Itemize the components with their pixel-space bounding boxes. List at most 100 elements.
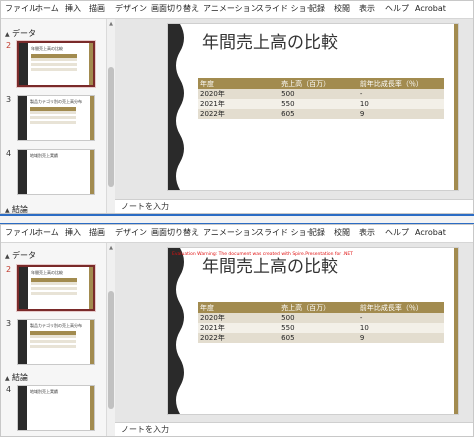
slide-accent-bar: [90, 386, 94, 430]
slide-title[interactable]: 年間売上高の比較: [202, 256, 338, 278]
slide-thumbnail-4[interactable]: 地域別売上実績: [17, 385, 95, 431]
menu-slideshow[interactable]: スライド ショー: [256, 4, 315, 14]
slide-decoration: [19, 267, 28, 309]
section-header-summary[interactable]: ▲ 結論: [5, 205, 28, 213]
menu-design[interactable]: デザイン: [115, 228, 147, 238]
table-cell: 605: [279, 109, 358, 119]
thumbnail-scrollbar[interactable]: ▲: [107, 243, 115, 436]
menu-transitions[interactable]: 画面切り替え: [151, 4, 199, 14]
slide-editor: 年間売上高の比較 年度 売上高（百万） 前年比成長率（％） 2020年 500 …: [115, 19, 473, 213]
thumbnail-title: 年間売上高の比較: [31, 46, 63, 51]
chevron-down-icon[interactable]: ▲: [5, 374, 12, 384]
slide-thumbnail-2[interactable]: 年間売上高の比較: [17, 265, 95, 311]
menu-home[interactable]: ホーム: [35, 4, 59, 14]
table-cell: 2020年: [198, 89, 280, 99]
thumbnail-table: [31, 54, 77, 72]
slide-accent-bar: [89, 267, 93, 309]
menu-home[interactable]: ホーム: [35, 228, 59, 238]
table-cell: 550: [279, 99, 358, 109]
menu-draw[interactable]: 描画: [89, 228, 105, 238]
slide-accent-bar: [90, 96, 94, 140]
slide-number: 3: [6, 319, 12, 328]
menu-review[interactable]: 校閲: [334, 228, 350, 238]
table-cell: 2022年: [198, 333, 280, 343]
table-cell: 500: [279, 89, 358, 99]
section-header-summary[interactable]: ▲ 結論: [5, 373, 28, 384]
slide-accent-bar: [89, 43, 93, 85]
sales-table[interactable]: 年度 売上高（百万） 前年比成長率（％） 2020年 500 - 2021年 5…: [198, 78, 444, 119]
table-cell: 9: [357, 333, 444, 343]
notes-placeholder: ノートを入力: [121, 202, 169, 211]
slide-thumbnail-4[interactable]: 地域別売上実績: [17, 149, 95, 195]
table-header: 売上高（百万）: [279, 302, 358, 313]
section-header-data[interactable]: ▲ データ: [5, 29, 36, 40]
scrollbar-thumb[interactable]: [108, 67, 114, 187]
scroll-up-icon[interactable]: ▲: [107, 20, 115, 28]
table-cell: -: [357, 89, 444, 99]
slide-number: 2: [6, 41, 12, 50]
menu-view[interactable]: 表示: [359, 4, 375, 14]
slide-number: 4: [6, 149, 12, 158]
menu-file[interactable]: ファイル: [5, 228, 37, 238]
slide-thumbnail-3[interactable]: 製品カテゴリ別の売上高分布: [17, 95, 95, 141]
menu-animations[interactable]: アニメーション: [203, 4, 259, 14]
thumbnail-table: [31, 278, 77, 296]
menu-view[interactable]: 表示: [359, 228, 375, 238]
menu-design[interactable]: デザイン: [115, 4, 147, 14]
table-cell: 10: [357, 323, 444, 333]
slide-canvas[interactable]: Evaluation Warning: The document was cre…: [167, 247, 459, 415]
menu-record[interactable]: 記録: [309, 228, 325, 238]
table-cell: -: [357, 313, 444, 323]
table-row: 2022年 605 9: [198, 333, 444, 343]
menu-review[interactable]: 校閲: [334, 4, 350, 14]
menu-help[interactable]: ヘルプ: [385, 228, 409, 238]
table-row: 2021年 550 10: [198, 323, 444, 333]
table-header: 年度: [198, 78, 280, 89]
wave-decoration: [168, 24, 184, 190]
scroll-up-icon[interactable]: ▲: [107, 244, 115, 252]
thumbnail-scrollbar[interactable]: ▲: [107, 19, 115, 213]
slide-number: 2: [6, 265, 12, 274]
section-header-data[interactable]: ▲ データ: [5, 251, 36, 262]
menu-transitions[interactable]: 画面切り替え: [151, 228, 199, 238]
slide-title[interactable]: 年間売上高の比較: [202, 32, 338, 54]
slide-thumbnail-3[interactable]: 製品カテゴリ別の売上高分布: [17, 319, 95, 365]
chevron-down-icon[interactable]: ▲: [5, 206, 12, 213]
chevron-down-icon[interactable]: ▲: [5, 30, 12, 40]
slide-decoration: [18, 320, 27, 364]
table-row: 2020年 500 -: [198, 313, 444, 323]
thumbnail-table: [30, 331, 76, 349]
menu-acrobat[interactable]: Acrobat: [415, 4, 446, 14]
screenshot-divider: [0, 214, 474, 224]
menu-acrobat[interactable]: Acrobat: [415, 228, 446, 238]
menu-animations[interactable]: アニメーション: [203, 228, 259, 238]
notes-pane[interactable]: ノートを入力: [115, 199, 473, 213]
slide-thumbnail-pane: ▲ データ 2 年間売上高の比較 3 製品カテゴリ別の売上高分布 4 地域別売上実…: [1, 19, 107, 213]
slide-decoration: [18, 150, 27, 194]
chevron-down-icon[interactable]: ▲: [5, 252, 12, 262]
slide-canvas[interactable]: 年間売上高の比較 年度 売上高（百万） 前年比成長率（％） 2020年 500 …: [167, 23, 459, 191]
menu-file[interactable]: ファイル: [5, 4, 37, 14]
sales-table[interactable]: 年度 売上高（百万） 前年比成長率（％） 2020年 500 - 2021年 5…: [198, 302, 444, 343]
scrollbar-thumb[interactable]: [108, 291, 114, 409]
table-cell: 2022年: [198, 109, 280, 119]
table-header: 前年比成長率（％）: [357, 302, 444, 313]
menu-insert[interactable]: 挿入: [65, 228, 81, 238]
menu-insert[interactable]: 挿入: [65, 4, 81, 14]
table-row: 2020年 500 -: [198, 89, 444, 99]
notes-placeholder: ノートを入力: [121, 425, 169, 434]
thumbnail-title: 地域別売上実績: [30, 389, 58, 394]
table-cell: 9: [357, 109, 444, 119]
menu-record[interactable]: 記録: [309, 4, 325, 14]
menu-draw[interactable]: 描画: [89, 4, 105, 14]
slide-thumbnail-2[interactable]: 年間売上高の比較: [17, 41, 95, 87]
menu-slideshow[interactable]: スライド ショー: [256, 228, 315, 238]
thumbnail-title: 製品カテゴリ別の売上高分布: [30, 99, 82, 104]
wave-decoration: [168, 248, 184, 414]
slide-accent-bar: [454, 24, 458, 190]
table-header-row: 年度 売上高（百万） 前年比成長率（％）: [198, 78, 444, 89]
menu-help[interactable]: ヘルプ: [385, 4, 409, 14]
notes-pane[interactable]: ノートを入力: [115, 422, 473, 436]
ribbon-menu-bar: ファイル ホーム 挿入 描画 デザイン 画面切り替え アニメーション スライド …: [1, 225, 473, 243]
table-header: 年度: [198, 302, 280, 313]
